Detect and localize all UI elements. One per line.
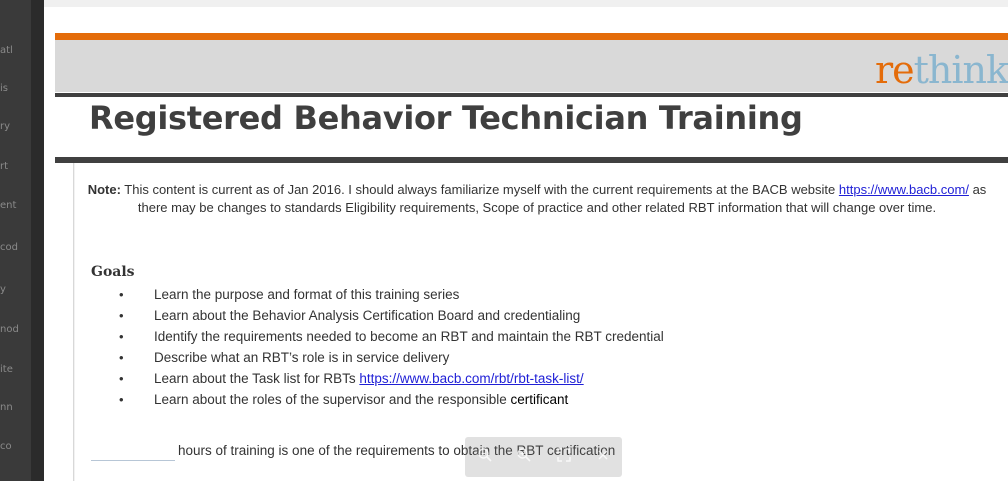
goal-text: Describe what an RBT’s role is in servic… — [154, 350, 450, 365]
fit-screen-icon[interactable] — [554, 447, 574, 467]
goal-text: Identify the requirements needed to beco… — [154, 329, 664, 344]
strip-text: ite — [0, 364, 13, 375]
bullet-icon: • — [119, 308, 124, 323]
goal-text: Learn about the roles of the supervisor … — [154, 392, 511, 407]
strip-text: atl — [0, 45, 13, 56]
document-page: rethink Registered Behavior Technician T… — [44, 0, 1008, 481]
goals-heading: Goals — [91, 264, 135, 280]
logo-part-re: re — [874, 48, 915, 92]
bullet-icon: • — [119, 392, 124, 407]
strip-text: y — [0, 284, 6, 295]
rethink-logo: rethink — [875, 48, 1008, 92]
zoom-toolbar — [465, 437, 622, 477]
header-band — [55, 40, 1008, 92]
goal-text: Learn the purpose and format of this tra… — [154, 287, 460, 302]
zoom-out-icon[interactable] — [475, 447, 495, 467]
page-title: Registered Behavior Technician Training — [89, 99, 803, 137]
bullet-icon: • — [119, 329, 124, 344]
orange-header-bar — [55, 33, 1008, 40]
background-window-strip: atl is ry rt ent cod y nod ite nn co — [0, 0, 31, 481]
note-paragraph: Note: This content is current as of Jan … — [80, 181, 994, 217]
list-item: • Identify the requirements needed to bec… — [119, 326, 664, 347]
strip-text: cod — [0, 242, 18, 253]
bacb-link[interactable]: https://www.bacb.com/ — [839, 182, 969, 197]
note-text: This content is current as of Jan 2016. … — [120, 182, 839, 197]
bullet-icon: • — [119, 287, 124, 302]
strip-text: co — [0, 441, 12, 452]
page-top-edge — [44, 0, 1008, 7]
strip-text: rt — [0, 161, 9, 172]
strip-text: ry — [0, 121, 11, 132]
strip-text: is — [0, 83, 8, 94]
goal-text: Learn about the Task list for RBTs — [154, 371, 360, 386]
list-item: • Learn about the Behavior Analysis Certi… — [119, 305, 664, 326]
strip-text: nn — [0, 402, 13, 413]
bullet-icon: • — [119, 371, 124, 386]
list-item: • Describe what an RBT’s role is in servi… — [119, 347, 664, 368]
strip-text: nod — [0, 324, 19, 335]
note-label: Note: — [87, 182, 121, 197]
logo-part-think: think — [913, 48, 1008, 92]
list-item: • Learn about the roles of the supervisor… — [119, 389, 664, 410]
goal-text-dark: certificant — [510, 392, 569, 407]
list-item: • Learn about the Task list for RBTs http… — [119, 368, 664, 389]
header-divider — [55, 93, 1008, 97]
close-icon[interactable] — [593, 447, 613, 467]
task-list-link[interactable]: https://www.bacb.com/rbt/rbt-task-list/ — [359, 371, 583, 386]
zoom-in-icon[interactable] — [514, 447, 534, 467]
goals-list: • Learn the purpose and format of this tr… — [119, 284, 664, 410]
list-item: • Learn the purpose and format of this tr… — [119, 284, 664, 305]
fill-in-blank — [91, 460, 175, 461]
goal-text: Learn about the Behavior Analysis Certif… — [154, 308, 581, 323]
bullet-icon: • — [119, 350, 124, 365]
viewer-border — [31, 0, 44, 481]
strip-text: ent — [0, 200, 17, 211]
